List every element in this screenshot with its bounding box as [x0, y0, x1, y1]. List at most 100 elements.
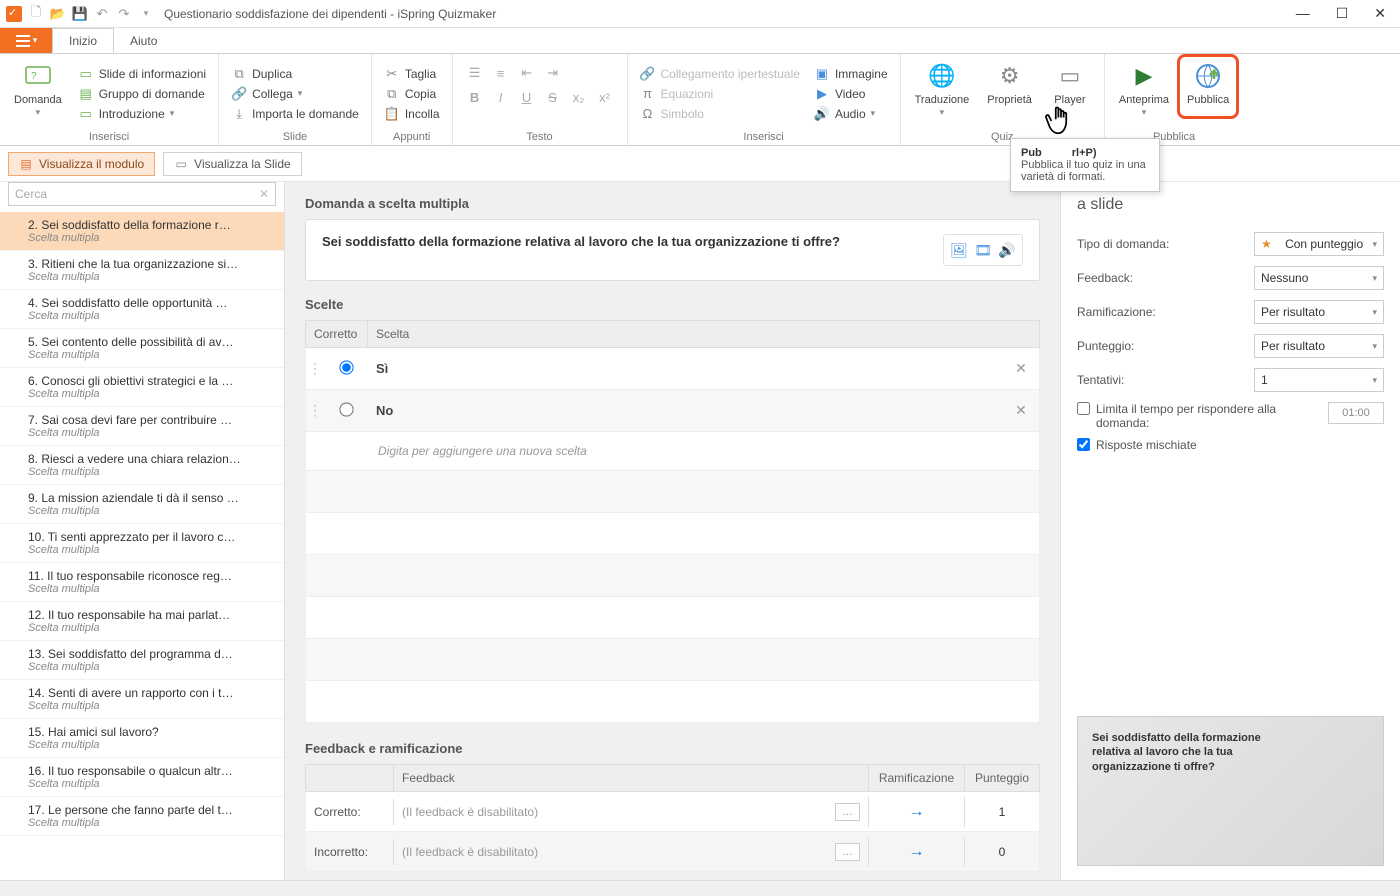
open-icon[interactable]: 📂	[50, 6, 66, 22]
slide-info-button[interactable]: ▭Slide di informazioni	[74, 65, 210, 83]
list-item[interactable]: 14. Senti di avere un rapporto con i t…S…	[0, 680, 284, 719]
list-item[interactable]: 10. Ti senti apprezzato per il lavoro c……	[0, 524, 284, 563]
minimize-icon[interactable]: —	[1296, 5, 1310, 22]
fb-edit-button[interactable]: …	[835, 803, 860, 821]
player-button[interactable]: ▭Player	[1044, 58, 1096, 129]
simbolo-button[interactable]: ΩSimbolo	[636, 105, 804, 123]
add-video-icon[interactable]: 🎞	[972, 239, 994, 261]
risposte-mischiate-checkbox[interactable]	[1077, 438, 1090, 451]
list-item[interactable]: 15. Hai amici sul lavoro?Scelta multipla	[0, 719, 284, 758]
close-icon[interactable]: ✕	[1374, 5, 1386, 22]
list-item[interactable]: 9. La mission aziendale ti dà il senso ……	[0, 485, 284, 524]
question-text[interactable]: Sei soddisfatto della formazione relativ…	[322, 234, 943, 249]
equazioni-button[interactable]: πEquazioni	[636, 85, 804, 103]
outdent-icon[interactable]: ⇤	[521, 65, 532, 81]
strike-icon[interactable]: S	[548, 90, 557, 105]
fb-text[interactable]: (Il feedback è disabilitato)	[402, 845, 538, 859]
domanda-button[interactable]: ? Domanda▾	[8, 58, 68, 129]
audio-button[interactable]: 🔊Audio	[810, 105, 892, 123]
redo-icon[interactable]: ↷	[116, 6, 132, 22]
duplica-button[interactable]: ⧉Duplica	[227, 65, 363, 83]
slide-preview[interactable]: Sei soddisfatto della formazione relativ…	[1077, 716, 1384, 866]
list-item[interactable]: 5. Sei contento delle possibilità di av……	[0, 329, 284, 368]
fb-text[interactable]: (Il feedback è disabilitato)	[402, 805, 538, 819]
fb-branch-icon[interactable]: →	[869, 837, 965, 867]
correct-radio[interactable]	[339, 402, 353, 416]
file-tab[interactable]: ▾	[0, 28, 52, 53]
bullets-icon[interactable]: ☰	[469, 65, 481, 81]
importa-button[interactable]: ⤓Importa le domande	[227, 105, 363, 123]
maximize-icon[interactable]: ☐	[1336, 5, 1349, 22]
pubblica-button[interactable]: Pubblica	[1181, 58, 1235, 129]
drag-handle-icon[interactable]: ⋮	[306, 402, 324, 419]
choice-text[interactable]: No	[368, 403, 1003, 418]
fb-score[interactable]: 0	[965, 839, 1039, 865]
immagine-button[interactable]: ▣Immagine	[810, 65, 892, 83]
list-item[interactable]: 2. Sei soddisfatto della formazione r…Sc…	[0, 212, 284, 251]
delete-choice-icon[interactable]: ✕	[1003, 360, 1039, 377]
question-list[interactable]: 2. Sei soddisfatto della formazione r…Sc…	[0, 212, 284, 880]
tab-aiuto[interactable]: Aiuto	[114, 28, 174, 53]
taglia-button[interactable]: ✂Taglia	[380, 65, 444, 83]
clear-search-icon[interactable]: ✕	[259, 187, 269, 201]
save-icon[interactable]: 💾	[72, 6, 88, 22]
list-item[interactable]: 17. Le persone che fanno parte del t…Sce…	[0, 797, 284, 836]
fb-edit-button[interactable]: …	[835, 843, 860, 861]
new-doc-icon[interactable]: 🗋	[28, 6, 44, 22]
copia-button[interactable]: ⧉Copia	[380, 85, 444, 103]
drag-handle-icon[interactable]: ⋮	[306, 360, 324, 377]
list-item[interactable]: 8. Riesci a vedere una chiara relazion…S…	[0, 446, 284, 485]
gruppo-domande-button[interactable]: ▤Gruppo di domande	[74, 85, 210, 103]
incolla-button[interactable]: 📋Incolla	[380, 105, 444, 123]
list-item[interactable]: 3. Ritieni che la tua organizzazione si……	[0, 251, 284, 290]
add-image-icon[interactable]: 🖼	[948, 239, 970, 261]
superscript-icon[interactable]: x²	[599, 90, 610, 105]
hyperlink-icon: 🔗	[640, 66, 656, 82]
proprieta-button[interactable]: ⚙Proprietà	[981, 58, 1038, 129]
tentativi-select[interactable]: 1	[1254, 368, 1384, 392]
italic-icon[interactable]: I	[499, 90, 503, 105]
search-input[interactable]: Cerca ✕	[8, 182, 276, 206]
view-slide-button[interactable]: ▭Visualizza la Slide	[163, 152, 302, 176]
feedback-select[interactable]: Nessuno	[1254, 266, 1384, 290]
qat-dropdown-icon[interactable]: ▾	[138, 6, 154, 22]
punteggio-select[interactable]: Per risultato	[1254, 334, 1384, 358]
ramificazione-select[interactable]: Per risultato	[1254, 300, 1384, 324]
list-item[interactable]: 6. Conosci gli obiettivi strategici e la…	[0, 368, 284, 407]
list-item[interactable]: 4. Sei soddisfatto delle opportunità …Sc…	[0, 290, 284, 329]
underline-icon[interactable]: U	[522, 90, 531, 105]
undo-icon[interactable]: ↶	[94, 6, 110, 22]
add-audio-icon[interactable]: 🔊	[996, 239, 1018, 261]
choice-text[interactable]: Sì	[368, 361, 1003, 376]
hyperlink-button[interactable]: 🔗Collegamento ipertestuale	[636, 65, 804, 83]
indent-icon[interactable]: ⇥	[547, 65, 558, 81]
fb-score[interactable]: 1	[965, 799, 1039, 825]
numbering-icon[interactable]: ≡	[497, 66, 505, 81]
tipo-domanda-select[interactable]: ★Con punteggio	[1254, 232, 1384, 256]
fb-branch-icon[interactable]: →	[869, 797, 965, 827]
app-icon	[6, 6, 22, 22]
view-modulo-button[interactable]: ▤Visualizza il modulo	[8, 152, 155, 176]
traduzione-button[interactable]: 🌐Traduzione▾	[909, 58, 976, 129]
image-icon: ▣	[814, 66, 830, 82]
bottom-scrollbar[interactable]	[0, 880, 1400, 896]
add-choice-placeholder[interactable]: Digita per aggiungere una nuova scelta	[305, 432, 1040, 471]
introduzione-button[interactable]: ▭Introduzione	[74, 105, 210, 123]
list-item[interactable]: 13. Sei soddisfatto del programma d…Scel…	[0, 641, 284, 680]
limita-tempo-value[interactable]: 01:00	[1328, 402, 1384, 424]
tab-inizio[interactable]: Inizio	[52, 28, 114, 53]
correct-radio[interactable]	[339, 360, 353, 374]
anteprima-button[interactable]: ▶Anteprima▾	[1113, 58, 1175, 129]
limita-tempo-checkbox[interactable]	[1077, 402, 1090, 415]
bold-icon[interactable]: B	[470, 90, 479, 105]
list-item[interactable]: 7. Sai cosa devi fare per contribuire …S…	[0, 407, 284, 446]
choice-row[interactable]: ⋮ Sì ✕	[305, 348, 1040, 390]
list-item[interactable]: 11. Il tuo responsabile riconosce reg…Sc…	[0, 563, 284, 602]
subscript-icon[interactable]: x₂	[573, 90, 585, 105]
video-button[interactable]: ▶Video	[810, 85, 892, 103]
choice-row[interactable]: ⋮ No ✕	[305, 390, 1040, 432]
collega-button[interactable]: 🔗Collega	[227, 85, 363, 103]
delete-choice-icon[interactable]: ✕	[1003, 402, 1039, 419]
list-item[interactable]: 12. Il tuo responsabile ha mai parlat…Sc…	[0, 602, 284, 641]
list-item[interactable]: 16. Il tuo responsabile o qualcun altr…S…	[0, 758, 284, 797]
